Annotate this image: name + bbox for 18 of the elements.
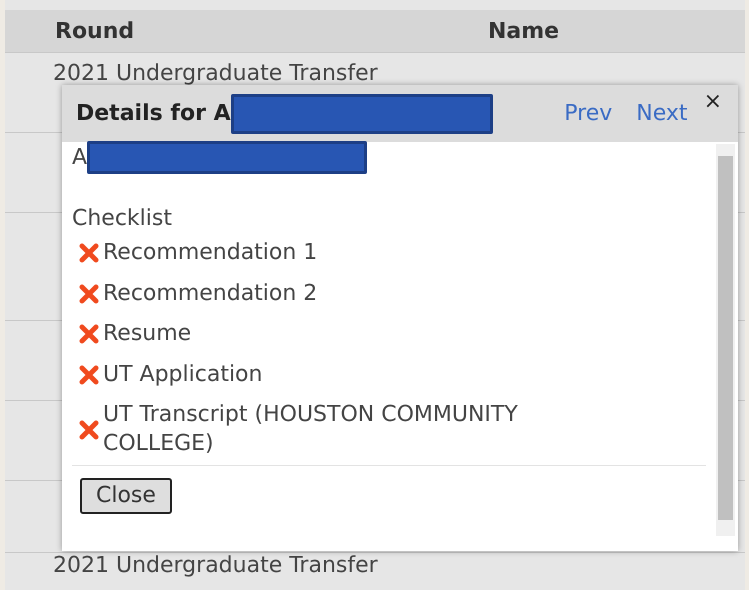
checklist-item: Recommendation 1 <box>103 239 318 267</box>
close-button[interactable]: × <box>704 91 722 113</box>
table-cell-text: 2021 Undergraduate Transfer <box>53 60 379 88</box>
scrollbar[interactable] <box>716 144 735 536</box>
close-button[interactable]: Close <box>80 478 172 514</box>
dialog-title: Details for A <box>76 100 231 128</box>
column-header: Name <box>488 18 560 46</box>
prev-link[interactable]: Prev <box>564 97 612 130</box>
dialog-subtitle: A <box>72 144 88 172</box>
checklist-item: Resume <box>103 320 192 348</box>
checklist-item: UT Transcript (HOUSTON COMMUNITY COLLEGE) <box>103 401 519 458</box>
column-header: Round <box>55 18 136 46</box>
section-heading: Checklist <box>72 205 173 233</box>
checklist-item: UT Application <box>103 360 262 389</box>
scrollbar-thumb[interactable] <box>718 156 733 520</box>
checklist-item: Recommendation 2 <box>103 280 318 308</box>
next-link[interactable]: Next <box>636 97 688 130</box>
table-cell-text: 2021 Undergraduate Transfer <box>53 553 379 580</box>
